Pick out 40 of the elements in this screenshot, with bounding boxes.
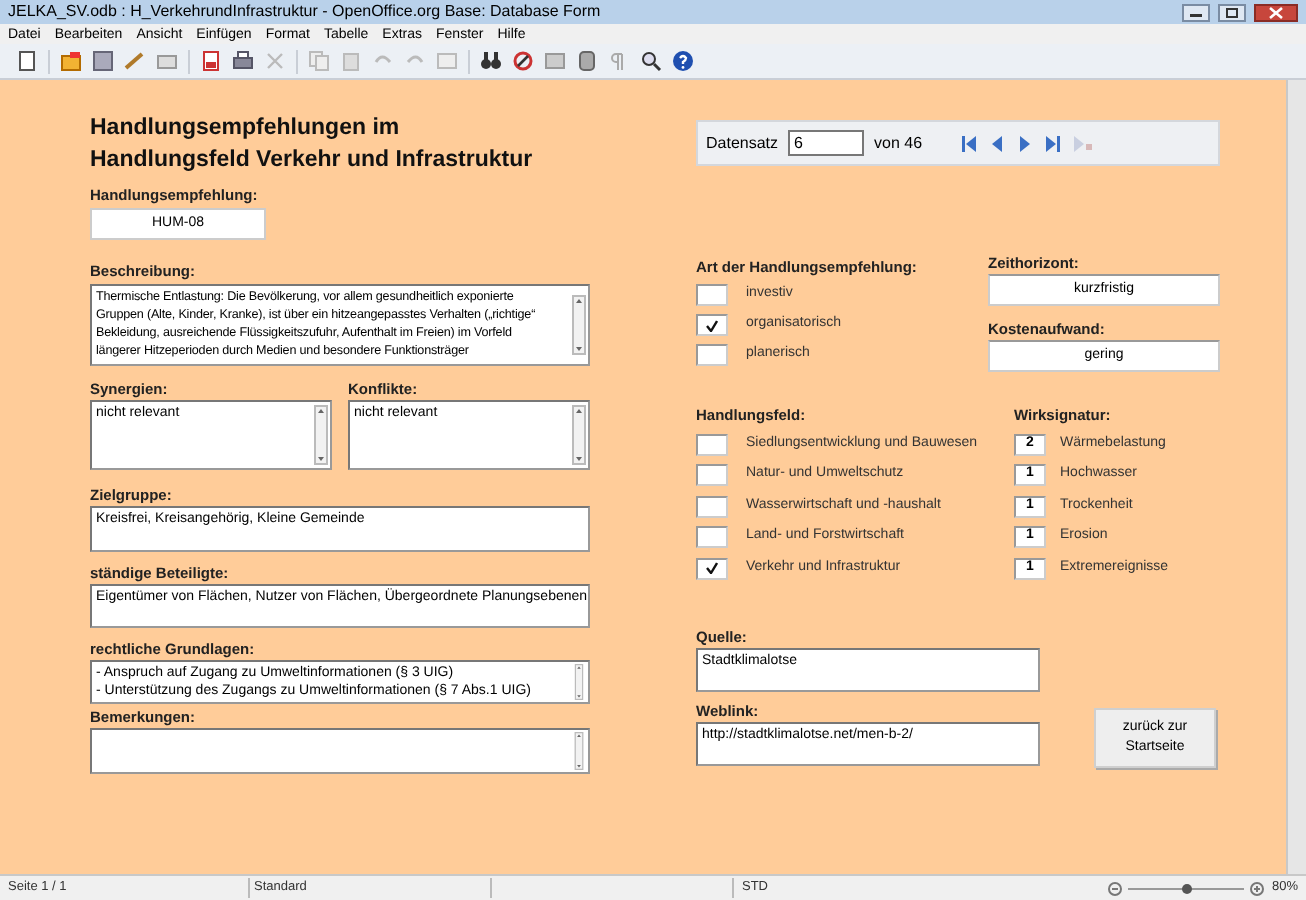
new-document-icon[interactable] [16, 50, 38, 72]
pencil-icon[interactable] [124, 50, 146, 72]
scrollbar[interactable] [314, 404, 328, 466]
text-area[interactable] [90, 728, 590, 774]
printer-icon[interactable] [232, 50, 254, 72]
check-icon[interactable] [706, 562, 718, 574]
zoom-in-icon[interactable] [1249, 881, 1264, 895]
last-record-icon[interactable] [1044, 133, 1063, 153]
check-icon[interactable] [706, 319, 718, 331]
window-title: JELKA_SV.odb : H_VerkehrundInfrastruktur - OpenOffice.org Base: Database Form [8, 4, 601, 20]
help-icon[interactable] [672, 50, 694, 72]
checkbox[interactable] [696, 344, 728, 366]
checkbox[interactable] [696, 284, 728, 306]
binoculars-icon[interactable] [480, 50, 502, 72]
close-icon[interactable] [1254, 3, 1298, 21]
checkbox[interactable] [696, 433, 728, 455]
maximize-icon[interactable] [1218, 3, 1246, 21]
zoom-out-icon[interactable] [1107, 881, 1122, 895]
record-count: von 46 [874, 131, 923, 155]
checkbox[interactable] [696, 526, 728, 548]
folder-icon[interactable] [60, 50, 82, 72]
scrollbar[interactable] [572, 732, 586, 770]
first-record-icon[interactable] [960, 133, 979, 153]
checkbox[interactable] [696, 464, 728, 486]
checkbox[interactable] [696, 314, 728, 336]
next-record-icon[interactable] [1016, 133, 1035, 153]
record-label: Datensatz [706, 131, 779, 155]
zoom-icon[interactable] [640, 50, 662, 72]
checkbox[interactable] [696, 495, 728, 517]
form-title: Handlungsfeld Verkehr und Infrastruktur [90, 146, 535, 176]
scrollbar[interactable] [572, 664, 586, 700]
form-title: Handlungsempfehlungen im [90, 114, 402, 144]
pdf-icon[interactable] [200, 50, 222, 72]
no-entry-icon[interactable] [512, 50, 534, 72]
previous-record-icon[interactable] [988, 133, 1007, 153]
checkbox[interactable] [696, 557, 728, 579]
record-field[interactable]: 6 [788, 130, 865, 156]
scrollbar[interactable] [1286, 80, 1306, 874]
minimize-icon[interactable] [1182, 3, 1210, 21]
scrollbar[interactable] [572, 404, 586, 466]
